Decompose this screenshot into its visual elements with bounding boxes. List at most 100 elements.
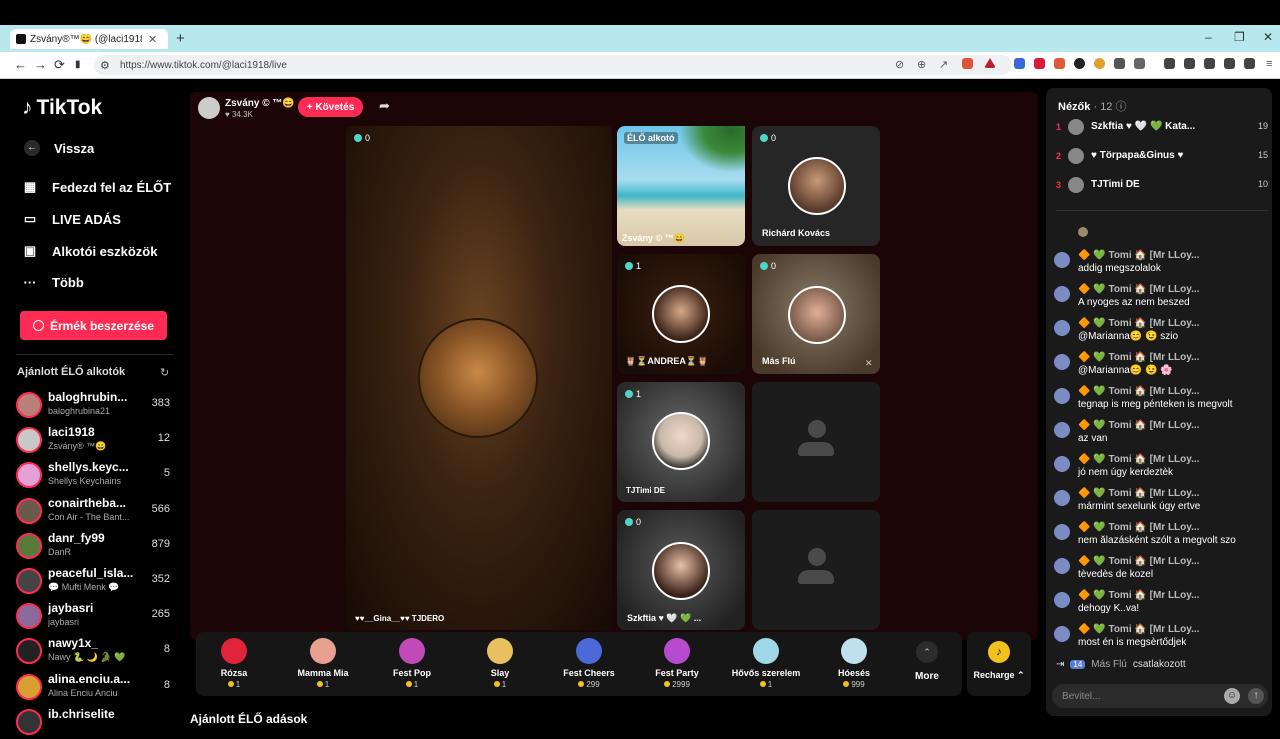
window-close-button[interactable]: ✕ (1263, 30, 1273, 44)
recommended-creator[interactable]: alina.enciu.a... Alina Enciu Anciu 8 (16, 670, 174, 704)
follow-button[interactable]: + Követés (298, 97, 363, 117)
share-arrow-icon[interactable]: ➦ (379, 98, 390, 114)
browser-tab[interactable]: Zsvány®™😄 (@laci1918) ÉL ✕ (10, 29, 168, 49)
chat-message[interactable]: 🔶 💚 Tomi 🏠 [Mr LLoy... nem ălazásként szó… (1054, 522, 1268, 556)
chat-text: az van (1078, 433, 1108, 444)
brave-shield-icon[interactable] (962, 58, 973, 69)
chat-message[interactable]: 🔶 💚 Tomi 🏠 [Mr LLoy... tèvedès de kozel (1054, 556, 1268, 590)
viewer-rank: 1 (1056, 122, 1062, 132)
chat-message[interactable]: 🔶 💚 Tomi 🏠 [Mr LLoy... A nyoges az nem be… (1054, 284, 1268, 318)
more-gifts-button[interactable]: ⌃ More (908, 636, 946, 682)
gift-item[interactable]: Hővős szerelem 1 (726, 636, 806, 689)
chat-message[interactable]: 🔶 💚 Tomi 🏠 [Mr LLoy... tegnap is meg pént… (1054, 386, 1268, 420)
explore-live-item[interactable]: ▦ Fedezd fel az ÉLŐT (22, 179, 171, 195)
extension-x-icon[interactable] (1034, 58, 1045, 69)
tiktok-coin-icon: ♪ (988, 641, 1010, 663)
recommended-creator[interactable]: danr_fy99 DanR 879 (16, 529, 174, 563)
send-icon[interactable]: ↑ (1248, 688, 1264, 704)
empty-seat-1[interactable] (752, 382, 880, 502)
reload-button[interactable]: ⟳ (54, 57, 65, 73)
ai-icon[interactable] (1224, 58, 1235, 69)
back-nav-item[interactable]: ← Vissza (24, 140, 94, 156)
palm-leaves (675, 126, 745, 176)
gift-item[interactable]: Slay 1 (460, 636, 540, 689)
forward-button[interactable]: → (34, 57, 47, 72)
empty-seat-2[interactable] (752, 510, 880, 630)
chat-message[interactable]: 🔶 💚 Tomi 🏠 [Mr LLoy... @Marianna😊 😉 🌸 (1054, 352, 1268, 386)
sidebar-icon[interactable] (1184, 58, 1195, 69)
recommended-creator[interactable]: baloghrubin... baloghrubina21 383 (16, 388, 174, 422)
chat-message[interactable]: 🔶 💚 Tomi 🏠 [Mr LLoy... jó nem úgy kerdezt… (1054, 454, 1268, 488)
gift-item[interactable]: Rózsa 1 (194, 636, 274, 689)
back-button[interactable]: ← (14, 57, 27, 72)
emoji-icon[interactable]: ☺ (1224, 688, 1240, 704)
top-viewer-row[interactable]: 3 TJTimi DE 10 (1056, 176, 1268, 196)
maximize-button[interactable]: ❐ (1234, 30, 1245, 44)
zoom-icon[interactable]: ⊕ (917, 58, 926, 71)
gift-item[interactable]: Mamma Mia 1 (283, 636, 363, 689)
recommended-creator[interactable]: peaceful_isla... 💬 Mufti Menk 💬 352 (16, 564, 174, 598)
gift-item[interactable]: Fest Cheers 299 (549, 636, 629, 689)
gift-price: 1 (194, 680, 274, 689)
vpn-icon[interactable] (1244, 58, 1255, 69)
extension-reader-icon[interactable] (1134, 58, 1145, 69)
explore-live-label: Fedezd fel az ÉLŐT (52, 179, 172, 195)
coin-icon (316, 681, 323, 687)
creator-subtitle: Zsvány® ™😄 (48, 441, 107, 452)
tile-richard-count: 0 (771, 133, 777, 143)
site-info-icon[interactable]: ⚙ (100, 59, 110, 72)
bookmark-button[interactable]: ▮ (75, 59, 81, 70)
new-tab-button[interactable]: + (176, 30, 185, 47)
extension-screenshot-icon[interactable] (1114, 58, 1125, 69)
music-icon[interactable] (1164, 58, 1175, 69)
address-bar[interactable]: ⚙ https://www.tiktok.com/@laci1918/live (94, 55, 1012, 75)
host-name[interactable]: Zsvány © ™😄 (225, 98, 295, 109)
chat-message[interactable]: 🔶 💚 Tomi 🏠 [Mr LLoy... mármint sexelunk ú… (1054, 488, 1268, 522)
recommended-creator[interactable]: laci1918 Zsvány® ™😄 12 (16, 423, 174, 457)
level-badge: 14 (1070, 659, 1086, 669)
chat-message[interactable]: 🔶 💚 Tomi 🏠 [Mr LLoy... addig megszolalok (1054, 250, 1268, 284)
extension-hls-icon[interactable] (1054, 58, 1065, 69)
creator-tools-item[interactable]: ▣ Alkotói eszközök (22, 243, 158, 259)
wallet-icon[interactable] (1204, 58, 1215, 69)
chat-message[interactable]: 🔶 💚 Tomi 🏠 [Mr LLoy... az van (1054, 420, 1268, 454)
top-viewer-row[interactable]: 1 Szkftia ♥ 🤍 💚 Kata... 19 (1056, 118, 1268, 138)
refresh-icon[interactable]: ↻ (160, 366, 169, 379)
recommended-creator[interactable]: conairtheba... Con Air - The Bant... 566 (16, 494, 174, 528)
extension-github-icon[interactable] (1074, 58, 1085, 69)
recommended-creator[interactable]: shellys.keyc... Shellys Keychains 5 (16, 458, 174, 492)
gift-item[interactable]: Hóesés 999 (814, 636, 894, 689)
chat-message[interactable]: 🔶 💚 Tomi 🏠 [Mr LLoy... most én is megsèrt… (1054, 624, 1268, 658)
creator-subtitle: Nawy 🐍 🌙 🐊 💚 (48, 652, 126, 663)
recommended-creator[interactable]: ib.chriselite (16, 705, 174, 739)
chat-message[interactable]: 🔶 💚 Tomi 🏠 [Mr LLoy... @Marianna😊 😉 szio (1054, 318, 1268, 352)
tile-masflu-badge: 0 (760, 261, 776, 271)
tiktok-logo[interactable]: ♪ TikTok (22, 96, 102, 120)
recharge-button[interactable]: ♪ Recharge ⌃ (967, 632, 1031, 696)
gift-name: Hővős szerelem (731, 668, 801, 678)
translate-icon[interactable]: ⊘ (895, 58, 904, 71)
more-item[interactable]: ··· Több (22, 275, 84, 290)
viewers-header[interactable]: Nézők · 12 ⓘ (1058, 98, 1126, 114)
share-icon[interactable]: ↗ (939, 58, 948, 71)
extension-color-icon[interactable] (1094, 58, 1105, 69)
viewer-avatar (1068, 148, 1084, 164)
extension-translate-icon[interactable] (1014, 58, 1025, 69)
tab-close-icon[interactable]: ✕ (148, 33, 157, 46)
chat-message[interactable]: 🔶 💚 Tomi 🏠 [Mr LLoy... dehogy K..va! (1054, 590, 1268, 624)
menu-icon[interactable]: ≡ (1266, 58, 1272, 70)
recommended-creator[interactable]: nawy1x_ Nawy 🐍 🌙 🐊 💚 8 (16, 634, 174, 668)
viewer-score: 19 (1257, 121, 1268, 131)
creator-subtitle: baloghrubina21 (48, 406, 111, 416)
host-avatar[interactable] (198, 97, 220, 119)
chat-avatar (1054, 388, 1070, 404)
mic-off-icon: ✕ (730, 233, 738, 243)
recommended-creator[interactable]: jaybasri jaybasri 265 (16, 599, 174, 633)
diamond-icon (354, 134, 362, 142)
get-coins-button[interactable]: Érmék beszerzése (20, 311, 167, 340)
gift-item[interactable]: Fest Party 2999 (637, 636, 717, 689)
top-viewer-row[interactable]: 2 ♥ Törpapa&Ginus ♥ 15 (1056, 147, 1268, 167)
minimize-button[interactable]: – (1205, 30, 1212, 44)
gift-item[interactable]: Fest Pop 1 (372, 636, 452, 689)
go-live-item[interactable]: ▭ LIVE ADÁS (22, 211, 121, 227)
